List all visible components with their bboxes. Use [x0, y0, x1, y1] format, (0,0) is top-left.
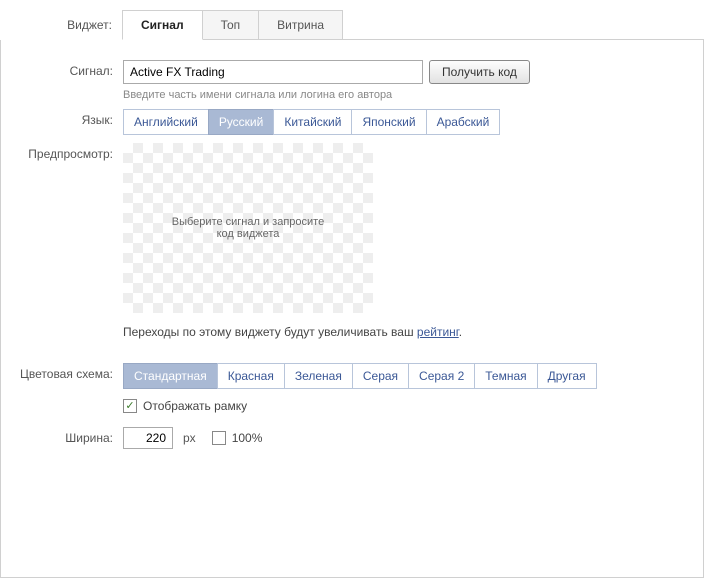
preview-label: Предпросмотр:: [1, 143, 123, 355]
settings-panel: Сигнал: Получить код Введите часть имени…: [0, 40, 704, 578]
preview-info-suffix: .: [459, 325, 462, 339]
tab-showcase[interactable]: Витрина: [258, 10, 343, 39]
show-frame-checkbox[interactable]: [123, 399, 137, 413]
widget-tabs: Сигнал Топ Витрина: [122, 10, 704, 40]
lang-ru[interactable]: Русский: [208, 109, 275, 135]
lang-zh[interactable]: Китайский: [273, 109, 352, 135]
preview-info: Переходы по этому виджету будут увеличив…: [123, 325, 687, 339]
width-full-checkbox[interactable]: [212, 431, 226, 445]
preview-placeholder: Выберите сигнал и запросите код виджета: [163, 216, 333, 240]
scheme-gray[interactable]: Серая: [352, 363, 409, 389]
preview-box: Выберите сигнал и запросите код виджета: [123, 143, 373, 313]
language-segmented: Английский Русский Китайский Японский Ар…: [123, 109, 687, 135]
tab-signal[interactable]: Сигнал: [122, 10, 203, 40]
scheme-other[interactable]: Другая: [537, 363, 597, 389]
lang-ja[interactable]: Японский: [351, 109, 426, 135]
width-label: Ширина:: [1, 431, 123, 445]
lang-en[interactable]: Английский: [123, 109, 209, 135]
color-scheme-segmented: Стандартная Красная Зеленая Серая Серая …: [123, 363, 687, 389]
signal-hint: Введите часть имени сигнала или логина е…: [123, 89, 687, 101]
get-code-button[interactable]: Получить код: [429, 60, 530, 84]
preview-info-prefix: Переходы по этому виджету будут увеличив…: [123, 325, 417, 339]
rating-link[interactable]: рейтинг: [417, 325, 459, 339]
scheme-red[interactable]: Красная: [217, 363, 285, 389]
scheme-standard[interactable]: Стандартная: [123, 363, 218, 389]
signal-input[interactable]: [123, 60, 423, 84]
tab-top[interactable]: Топ: [202, 10, 260, 39]
lang-ar[interactable]: Арабский: [426, 109, 501, 135]
widget-label: Виджет:: [0, 18, 122, 32]
show-frame-label: Отображать рамку: [143, 399, 247, 413]
color-scheme-label: Цветовая схема:: [1, 363, 123, 413]
scheme-gray2[interactable]: Серая 2: [408, 363, 475, 389]
width-full-label: 100%: [232, 431, 263, 445]
signal-label: Сигнал:: [1, 60, 123, 101]
language-label: Язык:: [1, 109, 123, 135]
scheme-green[interactable]: Зеленая: [284, 363, 353, 389]
scheme-dark[interactable]: Темная: [474, 363, 537, 389]
width-unit: px: [183, 431, 196, 445]
width-input[interactable]: [123, 427, 173, 449]
